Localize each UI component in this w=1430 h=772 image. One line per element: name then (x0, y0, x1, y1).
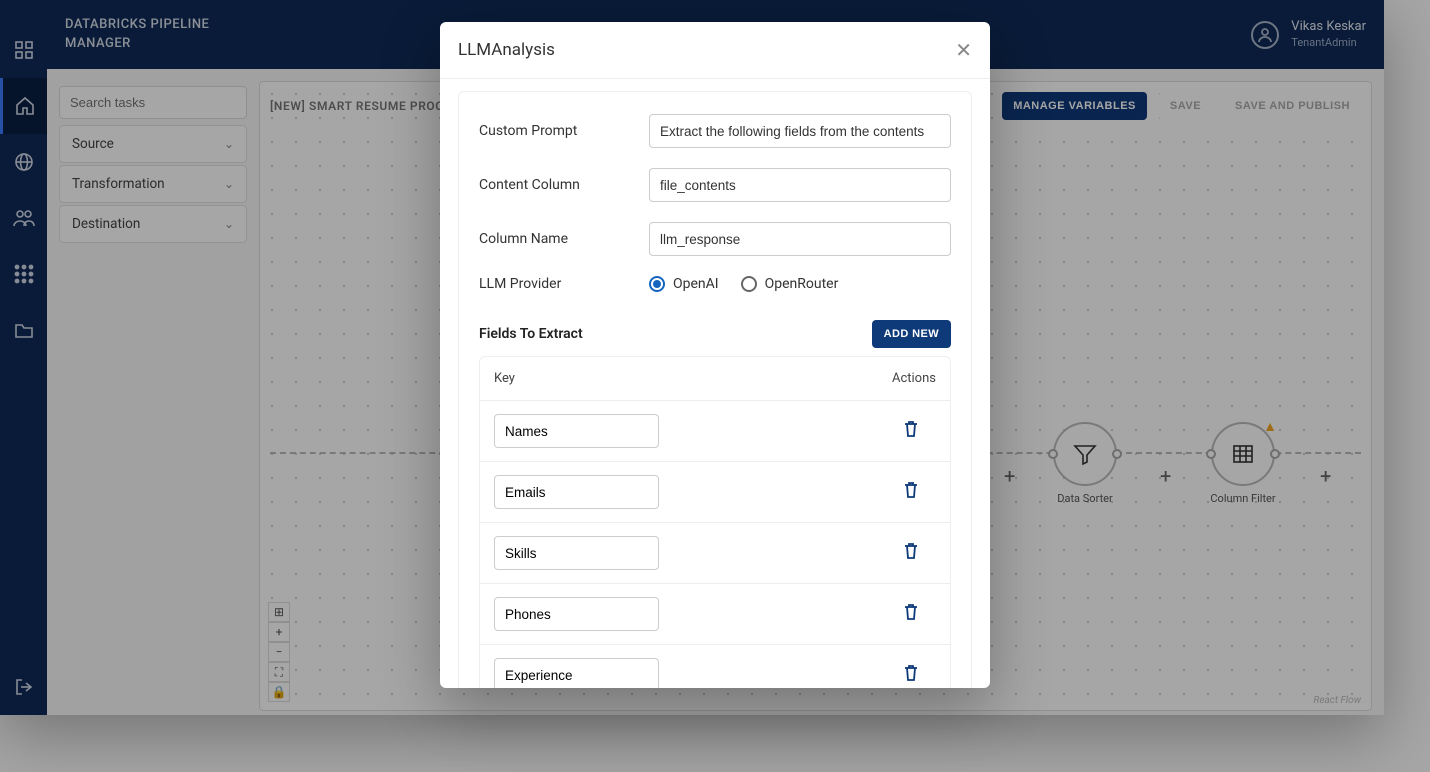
table-row (480, 584, 950, 645)
fields-table: Key Actions (479, 356, 951, 688)
field-key-input[interactable] (494, 536, 659, 570)
trash-icon[interactable] (902, 541, 920, 561)
radio-unselected-icon (741, 276, 757, 292)
key-header: Key (494, 371, 892, 386)
trash-icon[interactable] (902, 602, 920, 622)
column-name-input[interactable] (649, 222, 951, 256)
content-column-input[interactable] (649, 168, 951, 202)
provider-openrouter-radio[interactable]: OpenRouter (741, 276, 839, 292)
trash-icon[interactable] (902, 663, 920, 683)
field-key-input[interactable] (494, 414, 659, 448)
close-icon[interactable]: ✕ (955, 38, 972, 62)
custom-prompt-label: Custom Prompt (479, 123, 649, 139)
fields-to-extract-title: Fields To Extract (479, 326, 583, 342)
radio-selected-icon (649, 276, 665, 292)
app-shell: DATABRICKS PIPELINE MANAGER Vikas Keskar… (0, 0, 1384, 715)
table-row (480, 401, 950, 462)
modal-overlay[interactable]: LLMAnalysis ✕ Custom Prompt Content Colu… (0, 0, 1430, 772)
custom-prompt-input[interactable] (649, 114, 951, 148)
table-row (480, 462, 950, 523)
content-column-label: Content Column (479, 177, 649, 193)
table-row (480, 523, 950, 584)
llm-analysis-modal: LLMAnalysis ✕ Custom Prompt Content Colu… (440, 22, 990, 688)
column-name-label: Column Name (479, 231, 649, 247)
field-key-input[interactable] (494, 597, 659, 631)
llm-provider-label: LLM Provider (479, 276, 649, 292)
trash-icon[interactable] (902, 480, 920, 500)
field-key-input[interactable] (494, 475, 659, 509)
modal-title: LLMAnalysis (458, 40, 555, 60)
actions-header: Actions (892, 371, 936, 386)
add-new-button[interactable]: ADD NEW (872, 320, 951, 348)
table-row (480, 645, 950, 688)
field-key-input[interactable] (494, 658, 659, 688)
trash-icon[interactable] (902, 419, 920, 439)
provider-openai-radio[interactable]: OpenAI (649, 276, 719, 292)
